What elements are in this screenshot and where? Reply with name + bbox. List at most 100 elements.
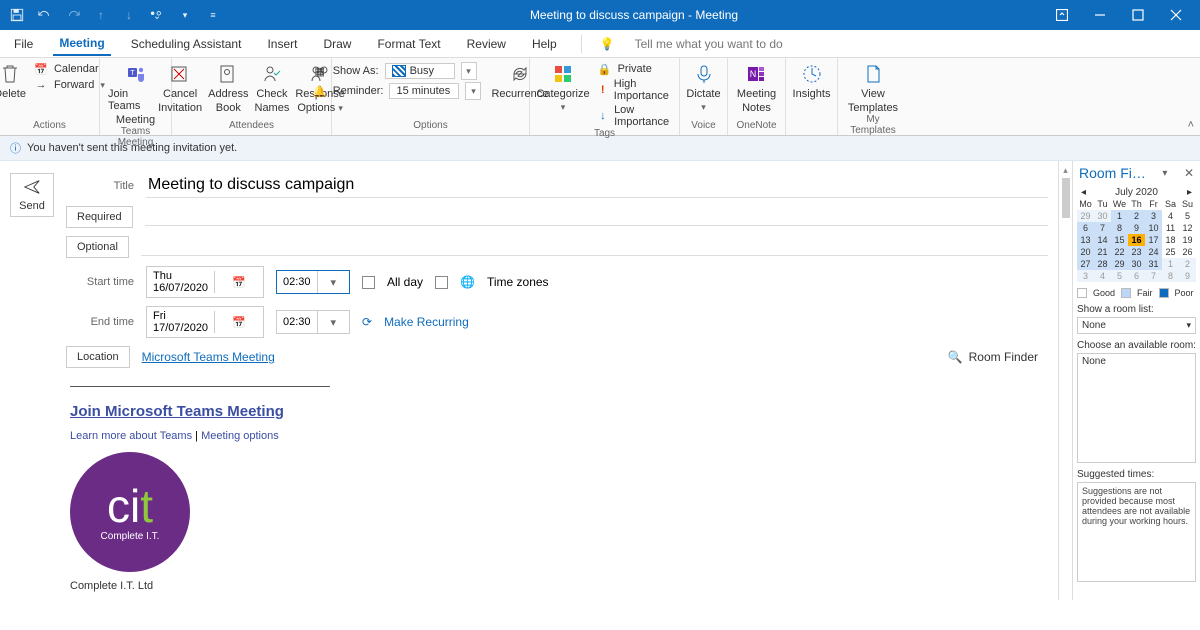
up-arrow-icon[interactable]: ↑ <box>92 6 110 24</box>
required-input[interactable] <box>145 208 1048 226</box>
tell-me-input[interactable]: Tell me what you want to do <box>629 33 789 55</box>
minimize-button[interactable] <box>1084 1 1116 29</box>
vertical-scrollbar[interactable]: ▴ <box>1058 161 1072 600</box>
join-teams-button[interactable]: T Join Teams Meeting <box>108 62 163 126</box>
calendar-day[interactable]: 21 <box>1094 246 1111 258</box>
calendar-day[interactable]: 8 <box>1162 270 1179 282</box>
high-importance-button[interactable]: !High Importance <box>598 78 673 102</box>
calendar-day[interactable]: 1 <box>1111 210 1128 222</box>
send-button[interactable]: Send <box>10 173 54 217</box>
calendar-day[interactable]: 3 <box>1145 210 1162 222</box>
private-button[interactable]: 🔒Private <box>598 62 652 76</box>
address-book-button[interactable]: AddressBook <box>208 62 248 114</box>
calendar-day[interactable]: 2 <box>1179 258 1196 270</box>
tab-meeting[interactable]: Meeting <box>53 32 110 56</box>
forward-button[interactable]: →Forward ▾ <box>34 78 105 92</box>
meeting-body[interactable]: Join Microsoft Teams Meeting Learn more … <box>66 386 1048 592</box>
scroll-up-icon[interactable]: ▴ <box>1063 165 1068 176</box>
tab-file[interactable]: File <box>8 33 39 55</box>
calendar-day[interactable]: 9 <box>1179 270 1196 282</box>
redo-icon[interactable] <box>64 6 82 24</box>
start-time-input[interactable]: 02:30▾ <box>276 270 350 294</box>
chevron-down-icon[interactable]: ▾ <box>317 311 349 333</box>
room-list-select[interactable]: None▾ <box>1077 317 1196 334</box>
join-teams-link[interactable]: Join Microsoft Teams Meeting <box>70 403 1048 420</box>
chevron-down-icon[interactable]: ▾ <box>465 82 481 100</box>
calendar-day[interactable]: 25 <box>1162 246 1179 258</box>
calendar-day[interactable]: 8 <box>1111 222 1128 234</box>
start-date-input[interactable]: Thu 16/07/2020📅 <box>146 266 264 298</box>
down-arrow-icon[interactable]: ↓ <box>120 6 138 24</box>
copy-to-calendar-button[interactable]: 📅Calendar <box>34 62 99 76</box>
calendar-day[interactable]: 24 <box>1145 246 1162 258</box>
chevron-down-icon[interactable]: ▾ <box>317 271 349 293</box>
tab-help[interactable]: Help <box>526 33 563 55</box>
close-button[interactable] <box>1160 1 1192 29</box>
calendar-icon[interactable]: 📅 <box>214 271 263 293</box>
panel-close-icon[interactable]: ✕ <box>1184 166 1194 180</box>
calendar-day[interactable]: 5 <box>1111 270 1128 282</box>
chevron-down-icon[interactable]: ▾ <box>461 62 477 80</box>
calendar-day[interactable]: 20 <box>1077 246 1094 258</box>
calendar-day[interactable]: 30 <box>1094 210 1111 222</box>
collapse-ribbon-icon[interactable]: ˄ <box>1188 119 1194 131</box>
delete-button[interactable]: Delete <box>0 62 26 100</box>
categorize-button[interactable]: Categorize ▾ <box>536 62 589 113</box>
calendar-day[interactable]: 6 <box>1128 270 1145 282</box>
calendar-day[interactable]: 28 <box>1094 258 1111 270</box>
tab-scheduling[interactable]: Scheduling Assistant <box>125 33 248 55</box>
calendar-day[interactable]: 22 <box>1111 246 1128 258</box>
learn-more-link[interactable]: Learn more about Teams <box>70 430 192 442</box>
calendar-day[interactable]: 3 <box>1077 270 1094 282</box>
scroll-thumb[interactable] <box>1062 178 1070 218</box>
calendar-day[interactable]: 10 <box>1145 222 1162 234</box>
qat-more-icon[interactable] <box>148 6 166 24</box>
calendar-day[interactable]: 16 <box>1128 234 1145 246</box>
calendar-day[interactable]: 4 <box>1094 270 1111 282</box>
calendar-day[interactable]: 18 <box>1162 234 1179 246</box>
tab-format[interactable]: Format Text <box>371 33 446 55</box>
calendar-day[interactable]: 5 <box>1179 210 1196 222</box>
tab-draw[interactable]: Draw <box>317 33 357 55</box>
all-day-checkbox[interactable] <box>362 276 375 289</box>
location-value[interactable]: Microsoft Teams Meeting <box>142 350 275 364</box>
show-as-row[interactable]: ▦ Show As: Busy ▾ <box>313 62 477 80</box>
end-date-input[interactable]: Fri 17/07/2020📅 <box>146 306 264 338</box>
dictate-button[interactable]: Dictate▾ <box>686 62 720 113</box>
optional-button[interactable]: Optional <box>66 236 129 258</box>
check-names-button[interactable]: CheckNames <box>255 62 290 114</box>
undo-icon[interactable] <box>36 6 54 24</box>
cancel-invitation-button[interactable]: CancelInvitation <box>158 62 202 114</box>
room-finder-button[interactable]: 🔍 Room Finder <box>948 350 1038 364</box>
calendar-day[interactable]: 17 <box>1145 234 1162 246</box>
calendar-day[interactable]: 26 <box>1179 246 1196 258</box>
view-templates-button[interactable]: ViewTemplates <box>848 62 898 114</box>
qat-overflow-icon[interactable]: ≡ <box>204 6 222 24</box>
required-button[interactable]: Required <box>66 206 133 228</box>
reminder-row[interactable]: 🔔 Reminder: 15 minutes ▾ <box>313 82 482 100</box>
end-time-input[interactable]: 02:30▾ <box>276 310 350 334</box>
calendar-day[interactable]: 1 <box>1162 258 1179 270</box>
calendar-day[interactable]: 29 <box>1111 258 1128 270</box>
panel-dropdown-icon[interactable]: ▾ <box>1162 168 1167 179</box>
calendar-day[interactable]: 23 <box>1128 246 1145 258</box>
calendar-day[interactable]: 12 <box>1179 222 1196 234</box>
qat-dropdown-icon[interactable]: ▾ <box>176 6 194 24</box>
calendar-day[interactable]: 15 <box>1111 234 1128 246</box>
title-input[interactable] <box>146 173 1048 198</box>
time-zones-checkbox[interactable] <box>435 276 448 289</box>
meeting-notes-button[interactable]: N MeetingNotes <box>737 62 776 114</box>
prev-month-icon[interactable]: ◂ <box>1081 187 1086 198</box>
calendar-day[interactable]: 14 <box>1094 234 1111 246</box>
calendar-day[interactable]: 7 <box>1094 222 1111 234</box>
calendar-day[interactable]: 6 <box>1077 222 1094 234</box>
calendar-day[interactable]: 19 <box>1179 234 1196 246</box>
calendar-day[interactable]: 11 <box>1162 222 1179 234</box>
calendar-day[interactable]: 29 <box>1077 210 1094 222</box>
tab-insert[interactable]: Insert <box>261 33 303 55</box>
mini-calendar[interactable]: ◂ July 2020 ▸ MoTuWeThFrSaSu293012345678… <box>1077 187 1196 282</box>
calendar-day[interactable]: 13 <box>1077 234 1094 246</box>
calendar-day[interactable]: 31 <box>1145 258 1162 270</box>
calendar-day[interactable]: 30 <box>1128 258 1145 270</box>
maximize-button[interactable] <box>1122 1 1154 29</box>
